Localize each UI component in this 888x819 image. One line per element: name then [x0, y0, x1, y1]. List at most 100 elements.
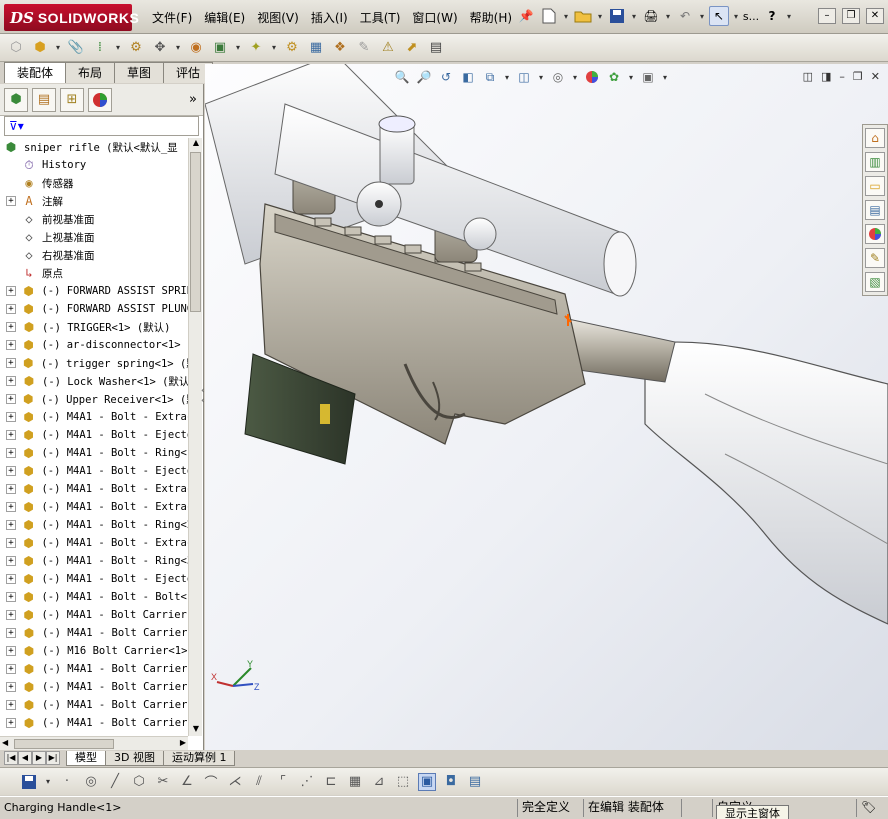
view-settings-icon[interactable]: ▣ — [639, 68, 657, 86]
tree-item[interactable]: + ⬢ (-) trigger spring<1> (默 — [0, 354, 190, 372]
last-tab-icon[interactable]: ▶| — [46, 751, 60, 765]
scroll-thumb[interactable] — [190, 152, 201, 312]
print-dropdown-icon[interactable]: ▾ — [664, 12, 672, 21]
previous-view-icon[interactable]: ↺ — [437, 68, 455, 86]
appearances-icon[interactable] — [865, 224, 885, 244]
expand-toggle-icon[interactable]: + — [6, 628, 16, 638]
relations-icon[interactable]: ⊿ — [370, 773, 388, 791]
hide-show-dropdown-icon[interactable]: ▾ — [571, 73, 579, 82]
menu-edit[interactable]: 编辑(E) — [198, 9, 251, 27]
filter-icon[interactable]: ⊽▾ — [9, 119, 24, 133]
exploded-view-icon[interactable]: ❖ — [330, 38, 350, 58]
save-dropdown-icon[interactable]: ▾ — [44, 777, 52, 786]
line-icon[interactable]: ╱ — [106, 773, 124, 791]
split-right-icon[interactable]: ◨ — [821, 70, 831, 83]
help-icon[interactable]: ? — [762, 6, 782, 26]
scroll-left-icon[interactable]: ◀ — [2, 738, 8, 747]
expand-toggle-icon[interactable]: + — [6, 196, 16, 206]
viewport-close-icon[interactable]: ✕ — [871, 70, 880, 83]
tree-item[interactable]: + ⬢ (-) M4A1 - Bolt - Ring<1 — [0, 444, 190, 462]
smart-dimension-icon[interactable]: ⌒ — [202, 773, 220, 791]
expand-panel-icon[interactable]: » — [189, 92, 197, 107]
new-part-icon[interactable]: ⬢ — [30, 38, 50, 58]
grid-icon[interactable]: ▦ — [346, 773, 364, 791]
expand-toggle-icon[interactable]: + — [6, 682, 16, 692]
tree-item[interactable]: ◇ 前视基准面 — [0, 210, 190, 228]
pin-icon[interactable]: 📌 — [516, 6, 536, 26]
new-motion-study-icon[interactable]: ⚙ — [282, 38, 302, 58]
mate-icon[interactable]: 📎 — [66, 38, 86, 58]
tree-item[interactable]: + ⬢ (-) TRIGGER<1> (默认) — [0, 318, 190, 336]
features-dropdown-icon[interactable]: ▾ — [234, 43, 242, 52]
forum-icon[interactable]: ▧ — [865, 272, 885, 292]
tree-item[interactable]: + A 注解 — [0, 192, 190, 210]
tree-item[interactable]: + ⬢ (-) M4A1 - Bolt Carrier — [0, 624, 190, 642]
rebuild-icon[interactable]: ▤ — [426, 38, 446, 58]
file-explorer-icon[interactable]: ▭ — [865, 176, 885, 196]
viewport-minimize-icon[interactable]: – — [839, 70, 845, 83]
undo-dropdown-icon[interactable]: ▾ — [698, 12, 706, 21]
section-view-icon[interactable]: ◧ — [459, 68, 477, 86]
tree-item[interactable]: + ⬢ (-) M4A1 - Bolt Carrier- — [0, 606, 190, 624]
configuration-manager-tab-icon[interactable]: ⊞ — [60, 87, 84, 112]
solidworks-resources-icon[interactable]: ⌂ — [865, 128, 885, 148]
move-component-icon[interactable]: ✥ — [150, 38, 170, 58]
zoom-to-area-icon[interactable]: 🔎 — [415, 68, 433, 86]
viewport-restore-icon[interactable]: ❐ — [853, 70, 863, 83]
expand-toggle-icon[interactable]: + — [6, 322, 16, 332]
design-library-icon[interactable]: ▥ — [865, 152, 885, 172]
restore-icon[interactable]: ❐ — [842, 8, 860, 24]
orientation-dropdown-icon[interactable]: ▾ — [503, 73, 511, 82]
expand-toggle-icon[interactable]: + — [6, 412, 16, 422]
box-icon[interactable]: ⬚ — [394, 773, 412, 791]
display-dropdown-icon[interactable]: ▾ — [537, 73, 545, 82]
tree-item[interactable]: + ⬢ (-) M4A1 - Bolt - Ring<2 — [0, 516, 190, 534]
expand-toggle-icon[interactable]: + — [6, 430, 16, 440]
tree-item[interactable]: + ⬢ (-) M4A1 - Bolt - Bolt<1 — [0, 588, 190, 606]
tree-item[interactable]: + ⬢ (-) M4A1 - Bolt - Extrac — [0, 480, 190, 498]
offset-icon[interactable]: ⫽ — [250, 773, 268, 791]
tree-item[interactable]: + ⬢ (-) FORWARD ASSIST PLUNG — [0, 300, 190, 318]
menu-view[interactable]: 视图(V) — [251, 9, 305, 27]
expand-toggle-icon[interactable]: + — [6, 718, 16, 728]
view-palette-icon[interactable]: ▤ — [865, 200, 885, 220]
first-tab-icon[interactable]: |◀ — [4, 751, 18, 765]
bill-of-materials-icon[interactable]: ▦ — [306, 38, 326, 58]
print-icon[interactable]: 🖨 — [641, 6, 661, 26]
pattern-dropdown-icon[interactable]: ▾ — [114, 43, 122, 52]
scene-dropdown-icon[interactable]: ▾ — [627, 73, 635, 82]
tree-item[interactable]: + ⬢ (-) M4A1 - Bolt - Ring<3 — [0, 552, 190, 570]
save-icon[interactable] — [20, 773, 38, 791]
tree-item[interactable]: + ⬢ (-) M4A1 - Bolt - Extrac — [0, 534, 190, 552]
select-arrow-icon[interactable]: ↖ — [709, 6, 729, 26]
display-style-icon[interactable]: ◫ — [515, 68, 533, 86]
expand-toggle-icon[interactable]: + — [6, 394, 16, 404]
expand-toggle-icon[interactable]: + — [6, 484, 16, 494]
apply-scene-icon[interactable]: ✿ — [605, 68, 623, 86]
tree-item[interactable]: ↳ 原点 — [0, 264, 190, 282]
shaded-cube-icon[interactable]: ▣ — [418, 772, 436, 791]
assembly-features-icon[interactable]: ▣ — [210, 38, 230, 58]
tree-item[interactable]: + ⬢ (-) M4A1 - Bolt - Extrac — [0, 498, 190, 516]
circle-icon[interactable]: ◎ — [82, 773, 100, 791]
reference-dropdown-icon[interactable]: ▾ — [270, 43, 278, 52]
tree-horizontal-scrollbar[interactable]: ◀ ▶ — [0, 736, 188, 750]
tree-item[interactable]: + ⬢ (-) FORWARD ASSIST SPRIN — [0, 282, 190, 300]
tree-item[interactable]: + ⬢ (-) M4A1 - Bolt - Ejecto — [0, 570, 190, 588]
linear-pattern-icon[interactable]: ⁞ — [90, 38, 110, 58]
tree-item[interactable]: + ⬢ (-) M4A1 - Bolt - Extrac — [0, 408, 190, 426]
view-settings-dropdown-icon[interactable]: ▾ — [661, 73, 669, 82]
save-dropdown-icon[interactable]: ▾ — [630, 12, 638, 21]
mirror-icon[interactable]: ⋌ — [226, 773, 244, 791]
open-dropdown-icon[interactable]: ▾ — [596, 12, 604, 21]
expand-toggle-icon[interactable]: + — [6, 520, 16, 530]
split-left-icon[interactable]: ◫ — [803, 70, 813, 83]
prev-tab-icon[interactable]: ◀ — [18, 751, 32, 765]
help-dropdown-icon[interactable]: ▾ — [785, 12, 793, 21]
menu-tools[interactable]: 工具(T) — [354, 9, 407, 27]
expand-toggle-icon[interactable]: + — [6, 466, 16, 476]
insert-component-icon[interactable]: ⬡ — [6, 38, 26, 58]
point-icon[interactable]: · — [58, 773, 76, 791]
instant3d-icon[interactable]: ⬈ — [402, 38, 422, 58]
tab-model[interactable]: 模型 — [66, 750, 106, 766]
